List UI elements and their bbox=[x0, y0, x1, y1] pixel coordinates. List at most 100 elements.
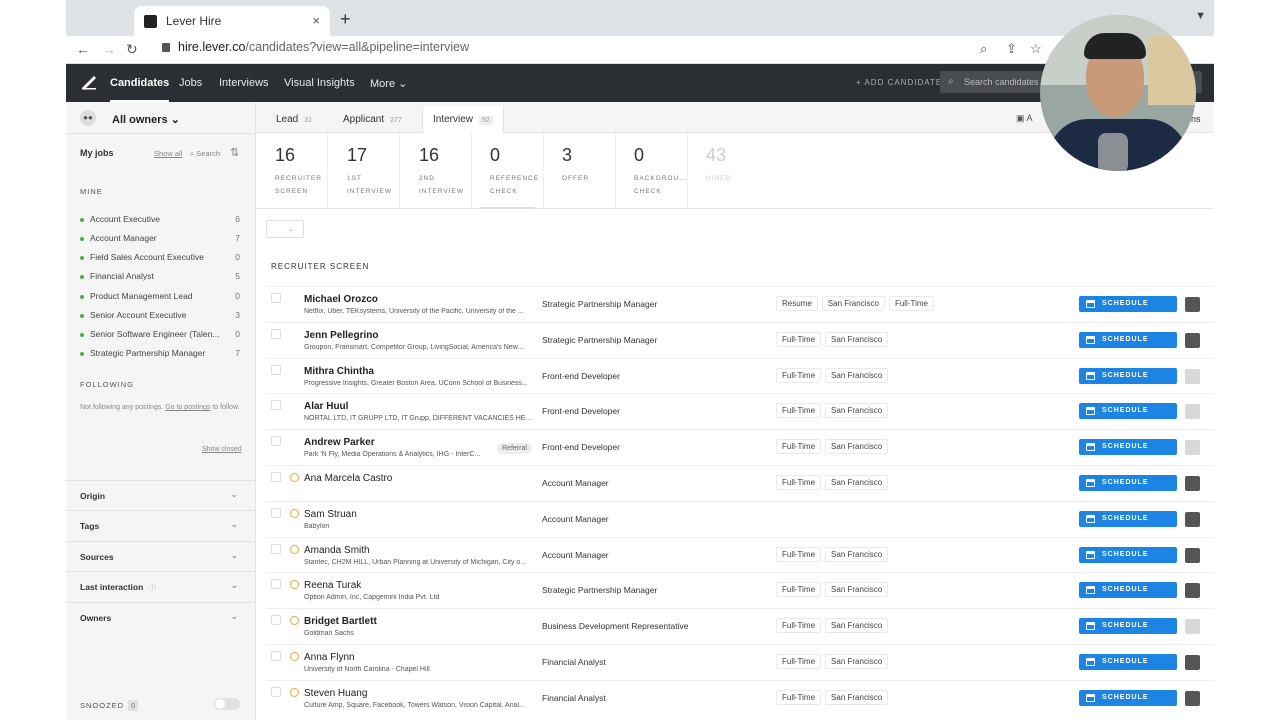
show-closed-link[interactable]: Show closed bbox=[202, 446, 242, 453]
table-row[interactable]: Alar Huul NORTAL LTD, IT GRUPP LTD, IT Gr… bbox=[266, 393, 1214, 429]
candidate-tag[interactable]: Full-Time bbox=[776, 439, 822, 455]
candidate-name[interactable]: Mithra Chintha bbox=[304, 366, 374, 377]
schedule-button[interactable]: SCHEDULE bbox=[1079, 582, 1177, 599]
row-checkbox[interactable] bbox=[271, 328, 281, 339]
nav-candidates[interactable]: Candidates bbox=[110, 77, 170, 102]
filter-owners[interactable]: Owners ⌄ bbox=[66, 602, 256, 632]
row-checkbox[interactable] bbox=[271, 686, 281, 697]
candidate-tag[interactable]: San Francisco bbox=[825, 367, 889, 383]
candidate-name[interactable]: Amanda Smith bbox=[304, 545, 370, 556]
candidate-tag[interactable]: San Francisco bbox=[825, 618, 889, 634]
job-item[interactable]: Senior Software Engineer (Talen... 0 bbox=[80, 329, 240, 339]
row-checkbox[interactable] bbox=[271, 472, 281, 482]
schedule-button[interactable]: SCHEDULE bbox=[1079, 296, 1177, 312]
owners-selector[interactable]: ●● All owners ⌄ bbox=[66, 102, 256, 134]
row-checkbox[interactable] bbox=[271, 615, 281, 626]
back-icon[interactable]: ← bbox=[76, 41, 90, 57]
substage-reference-check[interactable]: 0 REFERENCE CHECK bbox=[472, 133, 544, 209]
schedule-button[interactable]: SCHEDULE bbox=[1079, 475, 1177, 491]
job-item[interactable]: Product Management Lead 0 bbox=[80, 291, 240, 301]
avatar[interactable] bbox=[1185, 583, 1200, 599]
candidate-tag[interactable]: San Francisco bbox=[825, 403, 889, 419]
table-row[interactable]: Andrew Parker Park 'N Fly, Media Operatio… bbox=[266, 429, 1214, 465]
substage-offer[interactable]: 3 OFFER bbox=[544, 133, 616, 209]
candidate-tag[interactable]: San Francisco bbox=[825, 439, 889, 455]
candidate-tag[interactable]: San Francisco bbox=[821, 296, 885, 311]
filter-last-interaction[interactable]: Last interaction ⓘ ⌄ bbox=[66, 571, 256, 601]
go-to-postings-link[interactable]: Go to postings bbox=[165, 404, 210, 411]
candidate-name[interactable]: Steven Huang bbox=[304, 688, 367, 699]
nav-jobs[interactable]: Jobs bbox=[179, 77, 202, 89]
candidate-tag[interactable]: Full-Time bbox=[776, 331, 822, 347]
nav-more[interactable]: More ⌄ bbox=[370, 77, 407, 90]
candidate-name[interactable]: Ana Marcela Castro bbox=[304, 473, 392, 484]
table-row[interactable]: Bridget Bartlett Goldman Sachs Business De… bbox=[266, 608, 1214, 644]
avatar[interactable] bbox=[1185, 511, 1200, 527]
lever-logo-icon[interactable] bbox=[80, 74, 98, 90]
candidate-tag[interactable]: Full-Time bbox=[776, 689, 822, 705]
url-field[interactable]: hire.lever.co/candidates?view=all&pipeli… bbox=[162, 40, 469, 54]
schedule-button[interactable]: SCHEDULE bbox=[1079, 403, 1177, 420]
candidate-tag[interactable]: San Francisco bbox=[825, 689, 889, 705]
candidate-tag[interactable]: Full-Time bbox=[776, 618, 822, 634]
substage-recruiter-screen[interactable]: 16 RECRUITER SCREEN bbox=[256, 133, 328, 209]
filter-sources[interactable]: Sources ⌄ bbox=[66, 541, 256, 571]
avatar[interactable] bbox=[1185, 476, 1200, 491]
candidate-tag[interactable]: Resume bbox=[776, 296, 818, 311]
share-icon[interactable]: ⇪ bbox=[1006, 41, 1017, 57]
job-item[interactable]: Strategic Partnership Manager 7 bbox=[80, 348, 240, 358]
candidate-tag[interactable]: Full-Time bbox=[776, 546, 822, 562]
browser-tab[interactable]: Lever Hire × bbox=[134, 6, 330, 36]
candidate-tag[interactable]: San Francisco bbox=[825, 546, 889, 562]
candidate-tag[interactable]: San Francisco bbox=[825, 582, 889, 598]
table-row[interactable]: Michael Orozco Netflix, Uber, TEKsystems,… bbox=[266, 286, 1214, 322]
job-item[interactable]: Account Manager 7 bbox=[80, 233, 240, 243]
candidate-tag[interactable]: Full-Time bbox=[776, 367, 822, 383]
avatar[interactable] bbox=[1185, 619, 1200, 635]
filter-origin[interactable]: Origin ⌄ bbox=[66, 480, 256, 510]
candidate-name[interactable]: Sam Struan bbox=[304, 509, 357, 520]
table-row[interactable]: Ana Marcela Castro Account Manager Full-Ti… bbox=[266, 465, 1214, 501]
archive-button[interactable]: ▣ A bbox=[1016, 113, 1033, 124]
table-row[interactable]: Amanda Smith Stantec, CH2M HILL, Urban Pl… bbox=[266, 536, 1214, 573]
table-row[interactable]: Steven Huang Culture Amp, Square, Faceboo… bbox=[266, 679, 1214, 716]
row-checkbox[interactable] bbox=[271, 293, 281, 303]
tab-lead[interactable]: Lead 31 bbox=[266, 106, 322, 133]
avatar[interactable] bbox=[1185, 655, 1200, 670]
substage-1st-interview[interactable]: 17 1ST INTERVIEW bbox=[328, 133, 400, 209]
candidate-tag[interactable]: San Francisco bbox=[825, 654, 889, 669]
avatar[interactable] bbox=[1185, 297, 1200, 312]
candidate-name[interactable]: Bridget Bartlett bbox=[304, 616, 377, 627]
candidate-name[interactable]: Anna Flynn bbox=[304, 652, 355, 663]
forward-icon[interactable]: → bbox=[102, 41, 116, 57]
schedule-button[interactable]: SCHEDULE bbox=[1079, 689, 1177, 706]
avatar[interactable] bbox=[1185, 690, 1200, 706]
avatar[interactable] bbox=[1185, 332, 1200, 348]
row-checkbox[interactable] bbox=[271, 400, 281, 411]
row-checkbox[interactable] bbox=[271, 651, 281, 661]
schedule-button[interactable]: SCHEDULE bbox=[1079, 510, 1177, 527]
candidate-tag[interactable]: Full-Time bbox=[776, 403, 822, 419]
schedule-button[interactable]: SCHEDULE bbox=[1079, 439, 1177, 456]
tab-interview[interactable]: Interview 52 bbox=[422, 106, 504, 133]
table-row[interactable]: Reena Turak Option Admin, Inc, Capgemini … bbox=[266, 572, 1214, 608]
candidate-name[interactable]: Reena Turak bbox=[304, 580, 361, 591]
row-checkbox[interactable] bbox=[271, 507, 281, 518]
candidate-tag[interactable]: San Francisco bbox=[825, 331, 889, 347]
row-checkbox[interactable] bbox=[271, 436, 281, 447]
zoom-icon[interactable]: ⌕ bbox=[980, 41, 987, 57]
candidate-name[interactable]: Alar Huul bbox=[304, 401, 348, 412]
candidate-tag[interactable]: Full-Time bbox=[776, 654, 822, 669]
close-tab-icon[interactable]: × bbox=[312, 13, 320, 28]
job-item[interactable]: Financial Analyst 5 bbox=[80, 271, 240, 281]
nav-interviews[interactable]: Interviews bbox=[219, 77, 269, 89]
schedule-button[interactable]: SCHEDULE bbox=[1079, 331, 1177, 348]
avatar[interactable] bbox=[1185, 547, 1200, 563]
job-item[interactable]: Field Sales Account Executive 0 bbox=[80, 252, 240, 262]
candidate-name[interactable]: Andrew Parker bbox=[304, 437, 375, 448]
table-row[interactable]: Jenn Pellegrino Groupon, Fransmart, Compe… bbox=[266, 321, 1214, 358]
candidate-tag[interactable]: Full-Time bbox=[776, 475, 822, 490]
jobs-search-link[interactable]: ⌕ Search bbox=[190, 149, 220, 159]
candidate-tag[interactable]: San Francisco bbox=[825, 475, 889, 490]
avatar[interactable] bbox=[1185, 368, 1200, 384]
